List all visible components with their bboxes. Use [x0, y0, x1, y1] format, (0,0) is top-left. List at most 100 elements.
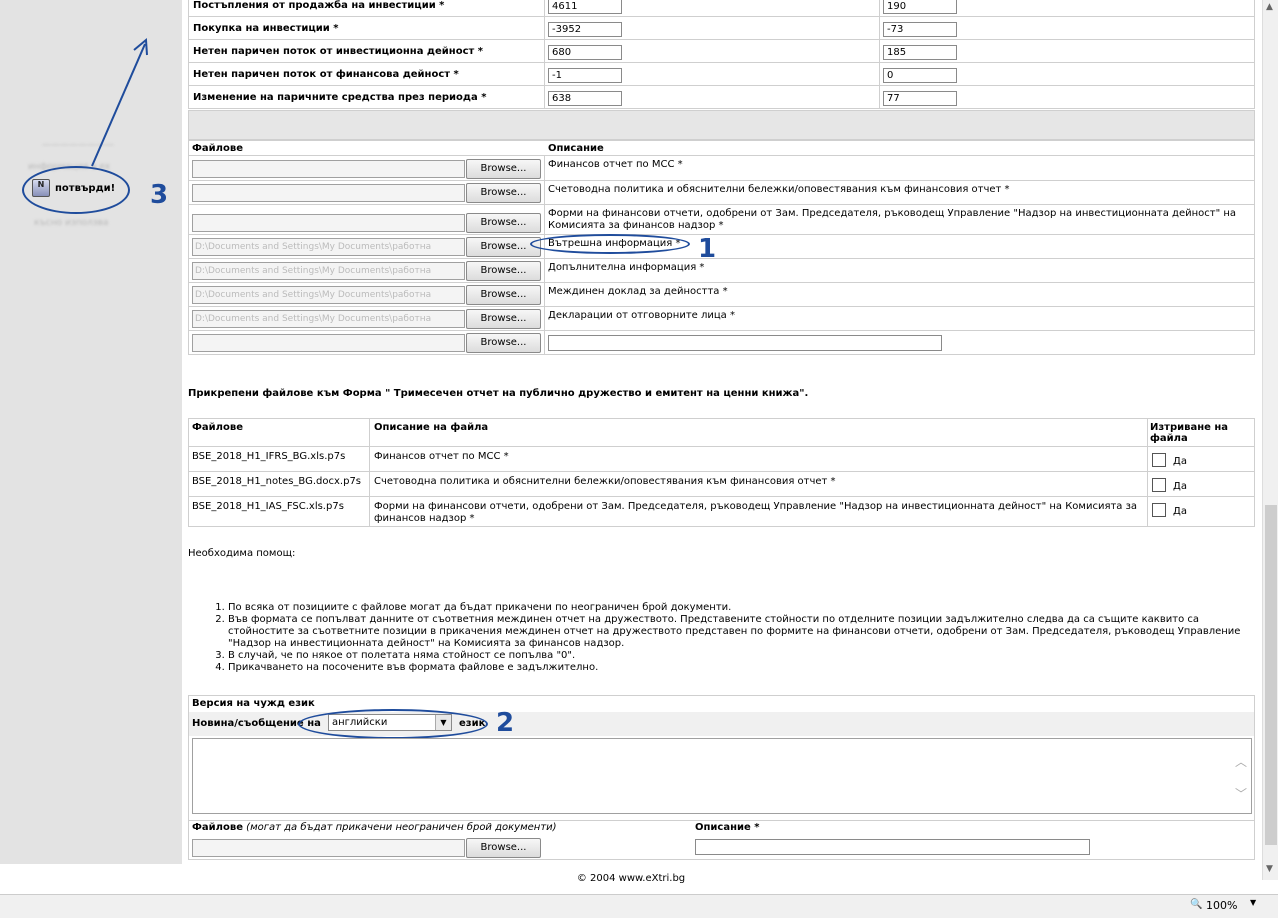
cashflow-row: Нетен паричен поток от финансова дейност…: [188, 63, 1255, 86]
divider: [879, 40, 880, 63]
cashflow-value-input[interactable]: -1: [548, 68, 622, 83]
cashflow-value-input[interactable]: 185: [883, 45, 957, 60]
footer: © 2004 www.eXtri.bg: [0, 864, 1262, 894]
cashflow-value-input[interactable]: 0: [883, 68, 957, 83]
divider: [879, 86, 880, 109]
divider: [879, 63, 880, 86]
cashflow-value-input[interactable]: 4611: [548, 0, 622, 14]
foreign-desc-label: Описание *: [695, 822, 760, 833]
cashflow-value-input[interactable]: 77: [883, 91, 957, 106]
divider: [879, 0, 880, 17]
cashflow-label: Покупка на инвестиции *: [193, 22, 339, 34]
help-item: Във формата се попълват данните от съотв…: [228, 614, 1250, 650]
browse-button[interactable]: Browse...: [466, 333, 541, 353]
scroll-down-icon[interactable]: ﹀: [1235, 785, 1247, 802]
file-path-input[interactable]: D:\Documents and Settings\My Documents\р…: [192, 286, 465, 304]
file-description: Вътрешна информация *: [548, 238, 681, 249]
language-select[interactable]: английски ▼: [328, 714, 452, 731]
file-description: Счетоводна политика и обяснителни бележк…: [548, 184, 1010, 195]
attached-file-name[interactable]: BSE_2018_H1_IFRS_BG.xls.p7s: [192, 451, 345, 462]
file-path-input[interactable]: D:\Documents and Settings\My Documents\р…: [192, 262, 465, 280]
cashflow-value-input[interactable]: 680: [548, 45, 622, 60]
browse-button[interactable]: Browse...: [466, 237, 541, 257]
vertical-scrollbar[interactable]: ▲ ▼: [1262, 0, 1278, 880]
divider: [544, 181, 545, 205]
news-prefix: Новина/съобщение на: [192, 718, 321, 729]
att-files-header: Файлове: [192, 422, 243, 433]
file-path-input[interactable]: D:\Documents and Settings\My Documents\р…: [192, 238, 465, 256]
attached-header: [188, 418, 1255, 447]
cashflow-value-input[interactable]: -3952: [548, 22, 622, 37]
file-path-input[interactable]: [192, 184, 465, 202]
divider: [544, 205, 545, 235]
scroll-up-icon[interactable]: ︿: [1235, 753, 1247, 770]
section-separator: [188, 110, 1255, 140]
foreign-title: Версия на чужд език: [192, 698, 315, 709]
cashflow-value-input[interactable]: 638: [548, 91, 622, 106]
file-path-input[interactable]: D:\Documents and Settings\My Documents\р…: [192, 310, 465, 328]
cashflow-row: Покупка на инвестиции *: [188, 17, 1255, 40]
scroll-down-arrow-icon[interactable]: ▼: [1266, 864, 1273, 874]
zoom-icon[interactable]: 🔍: [1190, 899, 1202, 910]
divider: [879, 17, 880, 40]
browse-button[interactable]: Browse...: [466, 159, 541, 179]
desc-col-header: Описание: [548, 143, 604, 154]
cashflow-value-input[interactable]: 190: [883, 0, 957, 14]
cashflow-row: Нетен паричен поток от инвестиционна дей…: [188, 40, 1255, 63]
blurred-text: късно използва: [34, 218, 109, 228]
divider: [544, 63, 545, 86]
att-del-header: Изтриване на файла: [1150, 422, 1229, 444]
help-list: По всяка от позициите с файлове могат да…: [228, 602, 1250, 674]
browse-button[interactable]: Browse...: [466, 309, 541, 329]
divider: [544, 259, 545, 283]
divider: [544, 331, 545, 355]
attached-file-name[interactable]: BSE_2018_H1_notes_BG.docx.p7s: [192, 476, 361, 487]
browse-button[interactable]: Browse...: [466, 183, 541, 203]
delete-yes-label: Да: [1173, 506, 1187, 517]
arrow-annotation: [91, 37, 148, 167]
cashflow-label: Постъпления от продажба на инвестиции *: [193, 0, 445, 11]
cashflow-label: Изменение на паричните средства през пер…: [193, 91, 487, 103]
foreign-files-label: Файлове (могат да бъдат прикачени неогра…: [192, 822, 557, 833]
file-description: Декларации от отговорните лица *: [548, 310, 735, 321]
custom-description-input[interactable]: [548, 335, 942, 351]
attached-file-name[interactable]: BSE_2018_H1_IAS_FSC.xls.p7s: [192, 501, 344, 512]
cashflow-value-input[interactable]: -73: [883, 22, 957, 37]
annotation-number-3: 3: [150, 180, 169, 210]
zoom-dropdown-icon[interactable]: ▼: [1250, 898, 1256, 907]
foreign-browse-button[interactable]: Browse...: [466, 838, 541, 858]
annotation-number-1: 1: [698, 234, 717, 264]
file-path-input[interactable]: [192, 334, 465, 352]
attached-file-desc: Счетоводна политика и обяснителни бележк…: [374, 476, 836, 487]
foreign-file-input[interactable]: [192, 839, 465, 857]
news-textarea[interactable]: ︿ ﹀: [192, 738, 1252, 814]
file-path-input[interactable]: [192, 214, 465, 232]
scroll-up-arrow-icon[interactable]: ▲: [1266, 2, 1273, 12]
delete-checkbox[interactable]: [1152, 503, 1166, 517]
browse-button[interactable]: Browse...: [466, 285, 541, 305]
foreign-desc-input[interactable]: [695, 839, 1090, 855]
divider: [544, 307, 545, 331]
help-title: Необходима помощ:: [188, 548, 296, 559]
cashflow-row: Изменение на паричните средства през пер…: [188, 86, 1255, 109]
cashflow-row: Постъпления от продажба на инвестиции *: [188, 0, 1255, 17]
divider: [544, 156, 545, 181]
delete-checkbox[interactable]: [1152, 453, 1166, 467]
status-bar: 🔍 100% ▼: [0, 894, 1278, 918]
delete-checkbox[interactable]: [1152, 478, 1166, 492]
annotation-number-2: 2: [496, 708, 515, 738]
chevron-down-icon[interactable]: ▼: [435, 715, 451, 730]
delete-yes-label: Да: [1173, 456, 1187, 467]
divider: [544, 235, 545, 259]
divider: [544, 86, 545, 109]
browse-button[interactable]: Browse...: [466, 261, 541, 281]
divider: [544, 17, 545, 40]
browse-button[interactable]: Browse...: [466, 213, 541, 233]
news-suffix: език: [459, 718, 486, 729]
file-description: Междинен доклад за дейността *: [548, 286, 728, 297]
divider: [544, 40, 545, 63]
scrollbar-thumb[interactable]: [1265, 505, 1277, 845]
file-path-input[interactable]: [192, 160, 465, 178]
zoom-level[interactable]: 100%: [1206, 899, 1237, 912]
delete-yes-label: Да: [1173, 481, 1187, 492]
